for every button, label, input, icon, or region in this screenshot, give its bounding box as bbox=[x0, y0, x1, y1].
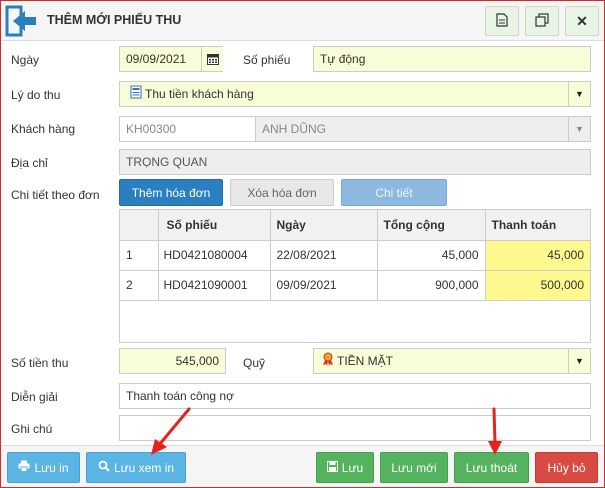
save-icon bbox=[326, 460, 338, 475]
row-ngay: 09/09/2021 bbox=[270, 270, 378, 301]
close-icon: ✕ bbox=[576, 12, 588, 29]
add-order-button[interactable]: Thêm hóa đơn bbox=[119, 179, 223, 206]
detail-label: Chi tiết theo đơn bbox=[11, 188, 100, 202]
note-label: Ghi chú bbox=[11, 422, 53, 436]
amount-value: 545,000 bbox=[175, 354, 219, 368]
search-icon bbox=[98, 460, 110, 475]
calendar-icon[interactable] bbox=[201, 47, 223, 71]
description-label: Diễn giải bbox=[11, 390, 58, 404]
copy-button[interactable] bbox=[525, 6, 559, 36]
address-field[interactable]: TRỌNG QUAN bbox=[119, 149, 591, 175]
document-icon bbox=[496, 12, 508, 30]
print-icon bbox=[18, 460, 30, 475]
customer-dropdown-icon[interactable]: ▼ bbox=[568, 116, 590, 142]
so-phieu-label: Số phiếu bbox=[243, 53, 291, 67]
table-row[interactable]: 2 HD0421090001 09/09/2021 900,000 500,00… bbox=[120, 270, 590, 301]
customer-label: Khách hàng bbox=[11, 122, 76, 136]
row-tong-cong: 900,000 bbox=[377, 270, 486, 301]
annotation-arrow-left bbox=[151, 407, 191, 455]
col-tong-cong: Tổng cộng bbox=[377, 210, 486, 241]
date-value: 09/09/2021 bbox=[126, 52, 187, 66]
print-label: Lưu in bbox=[34, 460, 69, 475]
amount-field[interactable]: 545,000 bbox=[119, 348, 226, 374]
back-arrow-icon[interactable] bbox=[5, 5, 39, 37]
table-row[interactable]: 1 HD0421080004 22/08/2021 45,000 45,000 bbox=[120, 240, 590, 271]
detail-button[interactable]: Chi tiết bbox=[341, 179, 447, 206]
col-index bbox=[120, 210, 159, 241]
row-thanh-toan[interactable]: 500,000 bbox=[485, 270, 590, 301]
fund-select[interactable]: TIỀN MẶT bbox=[313, 348, 591, 374]
dialog-header: THÊM MỚI PHIẾU THU ✕ bbox=[1, 1, 604, 41]
customer-name: ANH DŨNG bbox=[262, 122, 327, 136]
receipt-dialog: THÊM MỚI PHIẾU THU ✕ Ngày 09/09/2021 Số … bbox=[0, 0, 605, 488]
address-value: TRỌNG QUAN bbox=[126, 155, 208, 169]
row-thanh-toan[interactable]: 45,000 bbox=[485, 240, 590, 271]
save-label: Lưu bbox=[341, 460, 364, 475]
customer-code: KH00300 bbox=[126, 122, 177, 136]
so-phieu-field[interactable]: Tự động bbox=[313, 46, 591, 72]
col-so-phieu: Số phiếu bbox=[158, 210, 271, 241]
col-ngay: Ngày bbox=[270, 210, 378, 241]
reason-dropdown-icon[interactable]: ▼ bbox=[568, 81, 590, 107]
table-header-row: Số phiếu Ngày Tổng cộng Thanh toán bbox=[120, 210, 590, 241]
save-view-label: Lưu xem in bbox=[113, 460, 175, 475]
reason-value: Thu tiền khách hàng bbox=[145, 87, 254, 101]
row-index: 2 bbox=[120, 270, 159, 301]
col-thanh-toan: Thanh toán bbox=[485, 210, 590, 241]
receipt-icon bbox=[130, 83, 142, 106]
order-table: Số phiếu Ngày Tổng cộng Thanh toán 1 HD0… bbox=[119, 209, 591, 343]
fund-dropdown-icon[interactable]: ▼ bbox=[568, 348, 590, 374]
address-label: Địa chỉ bbox=[11, 156, 48, 170]
dialog-footer: Lưu in Lưu xem in Lưu Lưu mới Lưu thoát … bbox=[1, 445, 604, 487]
dialog-title: THÊM MỚI PHIẾU THU bbox=[47, 13, 182, 27]
row-index: 1 bbox=[120, 240, 159, 271]
save-new-button[interactable]: Lưu mới bbox=[380, 452, 448, 483]
cancel-button[interactable]: Hủy bỏ bbox=[535, 452, 598, 483]
row-tong-cong: 45,000 bbox=[377, 240, 486, 271]
close-button[interactable]: ✕ bbox=[565, 6, 599, 36]
so-phieu-value: Tự động bbox=[320, 52, 366, 66]
medal-icon bbox=[322, 350, 334, 373]
remove-order-button[interactable]: Xóa hóa đơn bbox=[230, 179, 334, 206]
row-ngay: 22/08/2021 bbox=[270, 240, 378, 271]
date-label: Ngày bbox=[11, 53, 40, 67]
reason-select[interactable]: Thu tiền khách hàng bbox=[119, 81, 591, 107]
annotation-arrow-right bbox=[488, 407, 502, 455]
copy-icon bbox=[535, 12, 549, 30]
document-button[interactable] bbox=[485, 6, 519, 36]
amount-label: Số tiền thu bbox=[11, 356, 69, 370]
customer-name-field[interactable]: ANH DŨNG bbox=[255, 116, 591, 142]
row-so-phieu: HD0421090001 bbox=[158, 270, 271, 301]
customer-code-field[interactable]: KH00300 bbox=[119, 116, 255, 142]
fund-label: Quỹ bbox=[243, 356, 266, 370]
fund-value: TIỀN MẶT bbox=[337, 354, 393, 368]
print-button[interactable]: Lưu in bbox=[7, 452, 80, 483]
row-so-phieu: HD0421080004 bbox=[158, 240, 271, 271]
save-button[interactable]: Lưu bbox=[316, 452, 374, 483]
reason-label: Lý do thu bbox=[11, 88, 61, 102]
